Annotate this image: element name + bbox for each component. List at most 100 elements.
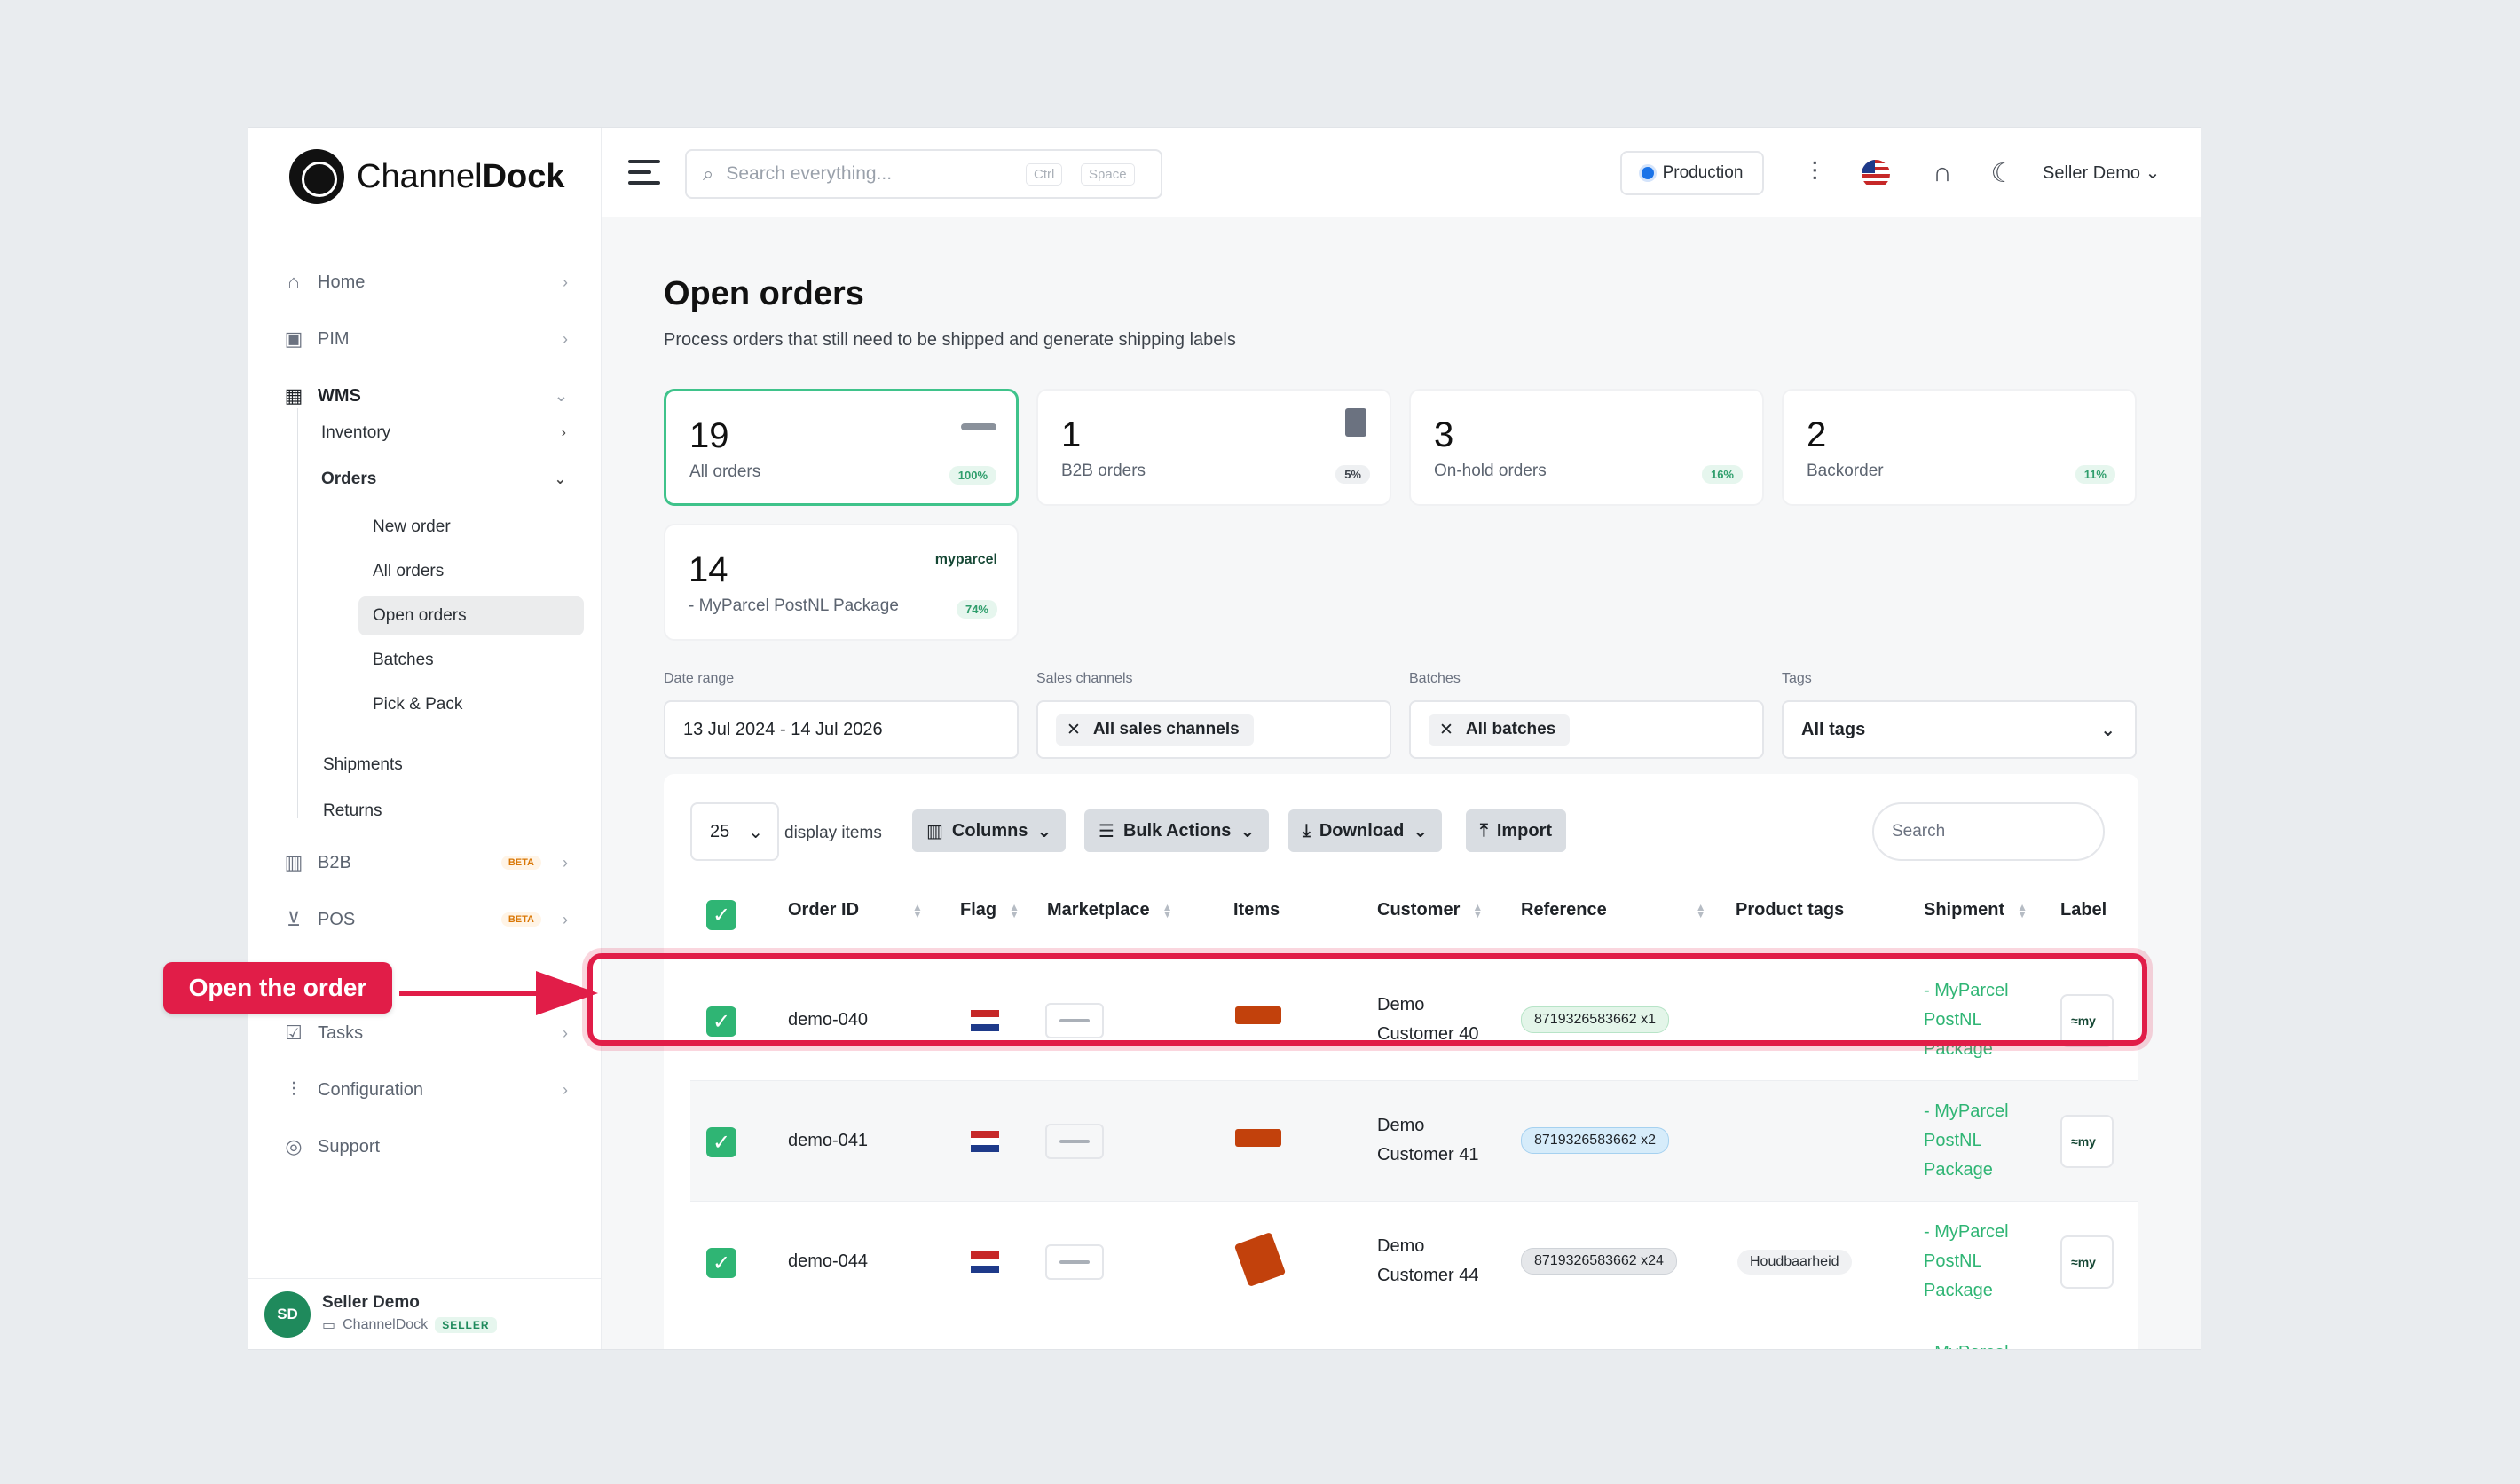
sidebar-item-open-orders[interactable]: Open orders xyxy=(358,596,584,635)
account-menu[interactable]: Seller Demo ⌄ xyxy=(2043,162,2160,184)
per-page-select[interactable]: 25 ⌄ xyxy=(690,802,779,861)
sidebar-item-pim[interactable]: ▣ PIM › xyxy=(282,321,568,357)
sales-channels-label: Sales channels xyxy=(1036,671,1133,686)
sliders-icon[interactable]: ⫶ xyxy=(1799,158,1830,188)
order-id[interactable]: demo-041 xyxy=(788,1131,868,1151)
header-marketplace[interactable]: Marketplace ▲ ▼ xyxy=(1047,900,1173,920)
reference-badge: 8719326583662 x24 xyxy=(1521,1248,1677,1275)
global-search-input[interactable]: ⌕ Search everything... Ctrl Space xyxy=(685,149,1162,199)
stat-card-onhold-orders[interactable]: 3 On-hold orders 16% xyxy=(1409,389,1764,506)
header-reference[interactable]: Reference ▲ ▼ xyxy=(1521,900,1706,920)
sidebar-item-all-orders[interactable]: All orders xyxy=(358,552,584,591)
channeldock-logo-icon xyxy=(961,423,996,430)
batches-select[interactable]: ✕ All batches xyxy=(1409,700,1764,759)
batches-label: Batches xyxy=(1409,671,1461,686)
percent-badge: 11% xyxy=(2075,465,2115,484)
close-icon[interactable]: ✕ xyxy=(1439,720,1453,740)
customer-name: Demo Customer 41 xyxy=(1377,1116,1479,1164)
percent-badge: 100% xyxy=(949,466,996,485)
sidebar-item-wms[interactable]: ▦ WMS ⌄ xyxy=(282,378,568,414)
chevron-down-icon: ⌄ xyxy=(2145,163,2161,183)
tags-select[interactable]: All tags ⌄ xyxy=(1782,700,2137,759)
sort-icon: ▲ ▼ xyxy=(1472,900,1484,920)
building-icon: ▥ xyxy=(284,851,303,873)
chevron-down-icon: ⌄ xyxy=(1036,821,1052,841)
environment-selector[interactable]: Production xyxy=(1620,151,1764,195)
user-profile[interactable]: SD Seller Demo ▭ ChannelDock SELLER xyxy=(248,1278,602,1349)
moon-icon[interactable]: ☾ xyxy=(1988,158,2018,189)
table-row[interactable]: ✓ demo-044 Demo Customer 44 8719326583662… xyxy=(690,1202,2138,1322)
search-icon: ⌕ xyxy=(703,162,714,185)
sidebar-item-support[interactable]: ◎ Support xyxy=(282,1129,568,1164)
sidebar-item-batches[interactable]: Batches xyxy=(358,641,584,680)
sidebar-item-orders[interactable]: Orders ⌄ xyxy=(321,460,566,499)
chevron-down-icon: ⌄ xyxy=(554,386,568,405)
nl-flag-icon xyxy=(971,1251,999,1273)
sidebar-item-new-order[interactable]: New order xyxy=(358,508,584,547)
percent-badge: 16% xyxy=(1701,465,1743,484)
product-tag-badge: Houdbaarheid xyxy=(1737,1250,1852,1275)
sidebar-item-inventory[interactable]: Inventory › xyxy=(321,414,566,453)
order-id[interactable]: demo-044 xyxy=(788,1251,868,1272)
product-thumbnail[interactable] xyxy=(1235,1129,1281,1147)
sales-channels-select[interactable]: ✕ All sales channels xyxy=(1036,700,1391,759)
header-flag[interactable]: Flag ▲ ▼ xyxy=(960,900,1020,920)
sidebar-item-home[interactable]: ⌂ Home › xyxy=(282,264,568,300)
stat-card-all-orders[interactable]: 19 All orders 100% xyxy=(664,389,1019,506)
header-items[interactable]: Items xyxy=(1233,900,1280,920)
close-icon[interactable]: ✕ xyxy=(1067,720,1081,740)
menu-toggle-icon[interactable] xyxy=(628,160,660,185)
arrow-icon xyxy=(536,971,598,1015)
label-button[interactable]: ≈ my xyxy=(2060,1115,2114,1168)
chevron-down-icon: ⌄ xyxy=(748,822,763,842)
bulk-actions-button[interactable]: ☰ Bulk Actions ⌄ xyxy=(1084,809,1270,852)
import-button[interactable]: ⤒ Import xyxy=(1466,809,1567,852)
us-flag-icon[interactable] xyxy=(1862,160,1890,188)
sidebar-item-b2b[interactable]: ▥ B2B BETA › xyxy=(282,845,568,880)
main-content: Open orders Process orders that still ne… xyxy=(602,217,2201,1349)
nl-flag-icon xyxy=(971,1131,999,1152)
date-range-input[interactable]: 13 Jul 2024 - 14 Jul 2026 xyxy=(664,700,1019,759)
sidebar-item-shipments[interactable]: Shipments xyxy=(323,746,403,785)
table-row[interactable]: - MyParcel xyxy=(690,1322,2138,1349)
sidebar-item-pos[interactable]: ⊻ POS BETA › xyxy=(282,902,568,937)
app-window: ChannelDock ⌂ Home › ▣ PIM › ▦ WMS ⌄ Inv… xyxy=(248,128,2201,1349)
header-customer[interactable]: Customer ▲ ▼ xyxy=(1377,900,1483,920)
select-all-checkbox[interactable]: ✓ xyxy=(706,900,736,930)
sort-icon: ▲ ▼ xyxy=(1009,900,1020,920)
header-label[interactable]: Label xyxy=(2060,900,2107,920)
myparcel-logo: myparcel xyxy=(934,552,997,567)
label-button[interactable]: ≈ my xyxy=(2060,1235,2114,1289)
table-row[interactable]: ✓ demo-041 Demo Customer 41 8719326583662… xyxy=(690,1081,2138,1202)
sidebar-item-pick-pack[interactable]: Pick & Pack xyxy=(358,685,584,724)
row-checkbox[interactable]: ✓ xyxy=(706,1127,736,1157)
stat-card-b2b-orders[interactable]: 1 B2B orders 5% xyxy=(1036,389,1391,506)
shipment-method: - MyParcel PostNL Package xyxy=(1924,1222,2009,1300)
download-button[interactable]: ⤓ Download ⌄ xyxy=(1288,809,1443,852)
chevron-right-icon: › xyxy=(563,1080,568,1099)
header-product-tags[interactable]: Product tags xyxy=(1736,900,1844,920)
orders-table-panel: 25 ⌄ display items ▥ Columns ⌄ ☰ Bulk Action… xyxy=(664,774,2138,1349)
table-icon: ▦ xyxy=(284,384,303,407)
beta-badge: BETA xyxy=(500,912,541,927)
sort-icon: ▲ ▼ xyxy=(912,900,923,920)
tags-label: Tags xyxy=(1782,671,1812,686)
header-order-id[interactable]: Order ID ▲ ▼ xyxy=(788,900,923,920)
lifebuoy-icon: ◎ xyxy=(285,1135,303,1157)
header-shipment[interactable]: Shipment ▲ ▼ xyxy=(1924,900,2028,920)
row-checkbox[interactable]: ✓ xyxy=(706,1248,736,1278)
sort-icon: ▲ ▼ xyxy=(2017,900,2028,920)
stat-card-backorder[interactable]: 2 Backorder 11% xyxy=(1782,389,2137,506)
product-thumbnail[interactable] xyxy=(1233,1231,1287,1288)
sidebar-item-returns[interactable]: Returns xyxy=(323,792,382,831)
kbd-ctrl: Ctrl xyxy=(1026,163,1063,186)
annotation-callout: Open the order xyxy=(163,962,392,1014)
stat-card-myparcel[interactable]: 14 - MyParcel PostNL Package myparcel 74… xyxy=(664,524,1019,641)
columns-button[interactable]: ▥ Columns ⌄ xyxy=(912,809,1067,852)
shipment-method: - MyParcel PostNL Package xyxy=(1924,1101,2009,1180)
brand-logo[interactable]: ChannelDock xyxy=(289,147,564,206)
table-search-input[interactable]: Search xyxy=(1872,802,2105,861)
sidebar-item-configuration[interactable]: ⫶ Configuration › xyxy=(282,1072,568,1108)
sidebar-item-tasks[interactable]: ☑ Tasks › xyxy=(282,1015,568,1051)
headset-icon[interactable]: ∩ xyxy=(1927,158,1957,188)
